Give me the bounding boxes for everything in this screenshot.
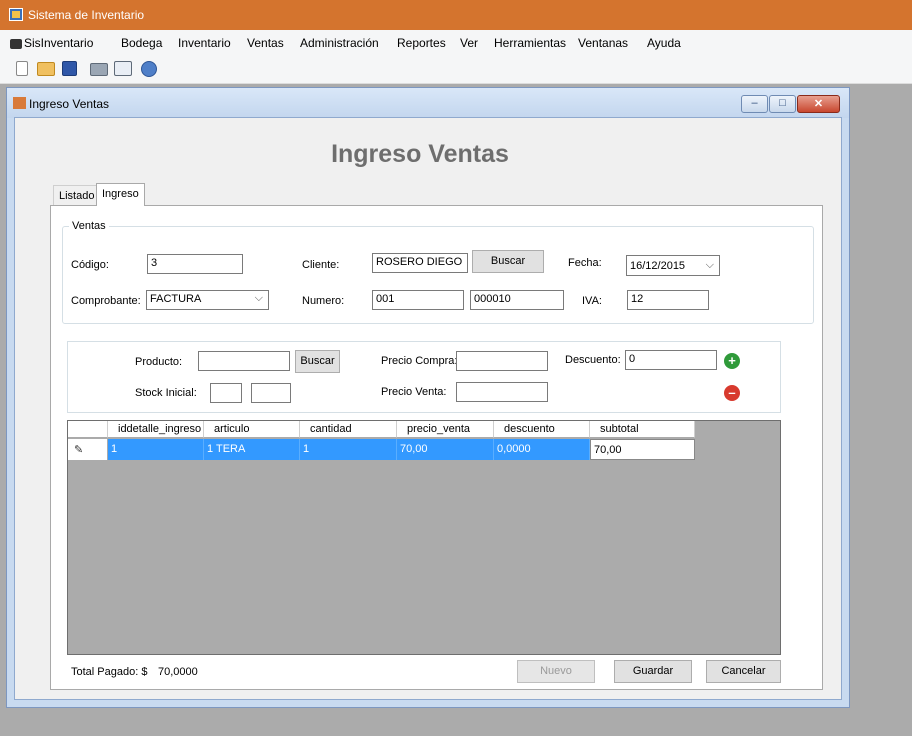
column-header-cantidad[interactable]: cantidad xyxy=(300,421,397,438)
menu-bar: SisInventario Bodega Inventario Ventas A… xyxy=(0,30,912,56)
precio-compra-field[interactable] xyxy=(456,351,548,371)
menu-inventario[interactable]: Inventario xyxy=(178,36,231,50)
help-icon[interactable] xyxy=(141,61,157,77)
precio-compra-label: Precio Compra: xyxy=(381,355,458,367)
nuevo-button[interactable]: Nuevo xyxy=(517,660,595,683)
row-edit-icon[interactable]: ✎ xyxy=(68,439,108,460)
fecha-label: Fecha: xyxy=(568,257,602,269)
print-icon[interactable] xyxy=(90,63,108,76)
producto-label: Producto: xyxy=(135,356,183,368)
comprobante-value: FACTURA xyxy=(150,293,202,305)
close-button[interactable]: ✕ xyxy=(797,95,840,113)
tab-ingreso[interactable]: Ingreso xyxy=(96,183,145,206)
child-window-title-bar: Ingreso Ventas – □ ✕ xyxy=(7,88,849,118)
close-icon: ✕ xyxy=(813,98,824,110)
descuento-field[interactable]: 0 xyxy=(625,350,717,370)
table-cell-subtotal-editing[interactable]: 70,00 xyxy=(590,439,695,460)
guardar-button[interactable]: Guardar xyxy=(614,660,692,683)
menu-bodega[interactable]: Bodega xyxy=(121,36,162,50)
save-icon[interactable] xyxy=(62,61,77,76)
producto-field[interactable] xyxy=(198,351,290,371)
numero-field[interactable]: 000010 xyxy=(470,290,564,310)
fecha-value: 16/12/2015 xyxy=(630,260,686,272)
serie-field[interactable]: 001 xyxy=(372,290,464,310)
buscar-producto-button[interactable]: Buscar xyxy=(295,350,340,373)
table-cell-iddetalle[interactable]: 1 xyxy=(108,439,204,460)
column-header-iddetalle[interactable]: iddetalle_ingreso xyxy=(108,421,204,438)
iva-field[interactable]: 12 xyxy=(627,290,709,310)
menu-ver[interactable]: Ver xyxy=(460,36,478,50)
app-icon xyxy=(9,8,23,21)
buscar-cliente-button[interactable]: Buscar xyxy=(472,250,544,273)
minimize-button[interactable]: – xyxy=(741,95,768,113)
window-title: Ingreso Ventas xyxy=(29,97,110,111)
table-cell-precio-venta[interactable]: 70,00 xyxy=(397,439,494,460)
comprobante-label: Comprobante: xyxy=(71,295,141,307)
menu-reportes[interactable]: Reportes xyxy=(397,36,446,50)
table-cell-cantidad[interactable]: 1 xyxy=(300,439,397,460)
stock-inicial-label: Stock Inicial: xyxy=(135,387,197,399)
menu-ventas[interactable]: Ventas xyxy=(247,36,284,50)
column-header-precio-venta[interactable]: precio_venta xyxy=(397,421,494,438)
remove-icon[interactable]: – xyxy=(724,385,740,401)
total-pagado-value: 70,0000 xyxy=(158,666,198,678)
column-header-subtotal[interactable]: subtotal xyxy=(590,421,695,438)
column-header-articulo[interactable]: articulo xyxy=(204,421,300,438)
comprobante-select[interactable]: FACTURA ⌵ xyxy=(146,290,269,310)
precio-venta-label: Precio Venta: xyxy=(381,386,447,398)
chevron-down-icon: ⌵ xyxy=(254,292,263,304)
app-title-bar: Sistema de Inventario xyxy=(0,0,912,30)
ventas-legend: Ventas xyxy=(72,220,106,232)
maximize-icon: □ xyxy=(779,97,786,109)
menu-ventanas[interactable]: Ventanas xyxy=(578,36,628,50)
cliente-field[interactable]: ROSERO DIEGO xyxy=(372,253,468,273)
tab-listado[interactable]: Listado xyxy=(53,185,101,205)
detalle-grid[interactable]: iddetalle_ingreso articulo cantidad prec… xyxy=(67,420,781,655)
stock-inicial-field[interactable] xyxy=(210,383,242,403)
total-pagado-label: Total Pagado: $ xyxy=(71,666,148,678)
grid-row-header-corner xyxy=(68,421,108,438)
codigo-field[interactable]: 3 xyxy=(147,254,243,274)
descuento-label: Descuento: xyxy=(565,354,621,366)
new-file-icon[interactable] xyxy=(16,61,28,76)
maximize-button[interactable]: □ xyxy=(769,95,796,113)
window-icon xyxy=(13,97,26,109)
menu-ayuda[interactable]: Ayuda xyxy=(647,36,681,50)
page-title: Ingreso Ventas xyxy=(331,140,509,168)
codigo-label: Código: xyxy=(71,259,109,271)
numero-label: Numero: xyxy=(302,295,345,307)
precio-venta-field[interactable] xyxy=(456,382,548,402)
minimize-icon: – xyxy=(751,97,758,109)
column-header-descuento[interactable]: descuento xyxy=(494,421,590,438)
menu-app-icon xyxy=(10,39,22,49)
menu-administracion[interactable]: Administración xyxy=(300,36,379,50)
stock-inicial-field-2[interactable] xyxy=(251,383,291,403)
menu-herramientas[interactable]: Herramientas xyxy=(494,36,566,50)
chevron-down-icon: ⌵ xyxy=(705,259,714,271)
toolbar xyxy=(0,56,912,84)
menu-sisinventario[interactable]: SisInventario xyxy=(24,36,93,50)
fecha-picker[interactable]: 16/12/2015 ⌵ xyxy=(626,255,720,276)
app-title: Sistema de Inventario xyxy=(28,8,145,22)
cliente-label: Cliente: xyxy=(302,259,340,271)
table-cell-articulo[interactable]: 1 TERA xyxy=(204,439,300,460)
table-cell-descuento[interactable]: 0,0000 xyxy=(494,439,590,460)
print-preview-icon[interactable] xyxy=(114,61,132,76)
open-folder-icon[interactable] xyxy=(37,62,55,76)
cancelar-button[interactable]: Cancelar xyxy=(706,660,781,683)
add-icon[interactable]: + xyxy=(724,353,740,369)
iva-label: IVA: xyxy=(582,295,602,307)
